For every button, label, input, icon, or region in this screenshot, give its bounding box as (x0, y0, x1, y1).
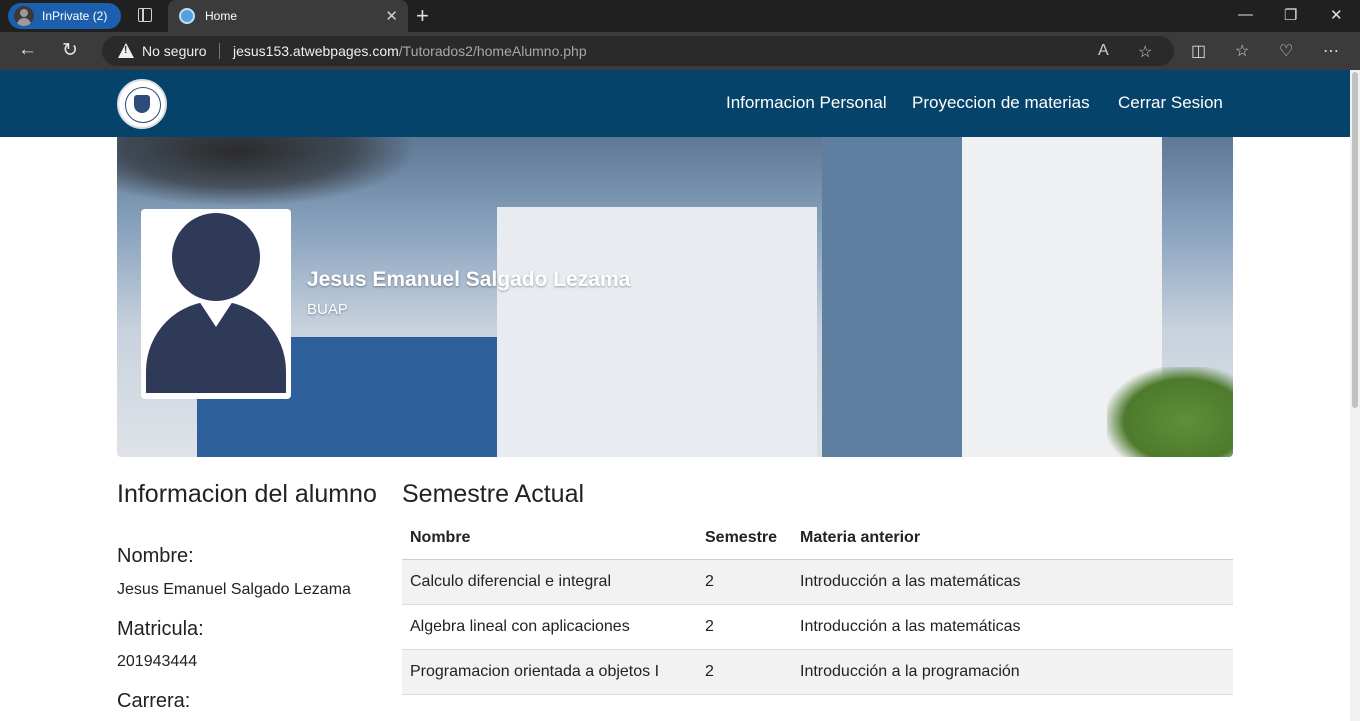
cell-nombre: Algebra lineal con aplicaciones (402, 604, 697, 650)
more-options-icon[interactable]: ⋯ (1323, 41, 1339, 61)
new-tab-icon[interactable]: + (416, 3, 429, 29)
table-header-row: Nombre Semestre Materia anterior (402, 518, 1233, 560)
close-window-icon[interactable]: ✕ (1330, 6, 1343, 24)
cell-nombre: Calculo diferencial e integral (402, 559, 697, 605)
favorites-icon[interactable]: ☆ (1235, 41, 1249, 61)
nav-informacion-personal[interactable]: Informacion Personal (726, 93, 887, 113)
split-screen-icon[interactable]: ◫ (1191, 41, 1206, 61)
site-navbar: Informacion Personal Proyeccion de mater… (0, 70, 1350, 137)
browser-toolbar: ← ↻ No seguro jesus153.atwebpages.com/Tu… (0, 32, 1360, 70)
warning-icon (118, 43, 134, 58)
url-text[interactable]: jesus153.atwebpages.com/Tutorados2/homeA… (233, 43, 587, 59)
read-aloud-icon[interactable]: A (1098, 42, 1109, 60)
close-tab-icon[interactable]: ✕ (385, 7, 398, 25)
nav-proyeccion-materias[interactable]: Proyeccion de materias (912, 93, 1090, 113)
profile-avatar-icon (14, 6, 34, 26)
avatar-collar (199, 301, 233, 327)
nombre-value: Jesus Emanuel Salgado Lezama (117, 581, 351, 598)
nav-cerrar-sesion[interactable]: Cerrar Sesion (1118, 93, 1223, 113)
col-semestre: Semestre (697, 518, 792, 560)
cell-semestre: 2 (697, 559, 792, 605)
restore-icon[interactable]: ❐ (1284, 6, 1297, 24)
inprivate-profile-button[interactable]: InPrivate (2) (8, 3, 121, 29)
tab-actions-icon[interactable] (138, 8, 152, 22)
table-row: Calculo diferencial e integral 2 Introdu… (402, 559, 1233, 605)
col-materia-anterior: Materia anterior (792, 518, 1233, 560)
cell-semestre: 2 (697, 604, 792, 650)
profile-photo (141, 209, 291, 399)
col-nombre: Nombre (402, 518, 697, 560)
cell-materia-anterior: Introducción a las matemáticas (792, 559, 1233, 605)
browser-essentials-icon[interactable]: ♡ (1279, 41, 1293, 61)
table-row: Algebra lineal con aplicaciones 2 Introd… (402, 604, 1233, 650)
matricula-value: 201943444 (117, 653, 198, 670)
minimize-icon[interactable]: — (1238, 6, 1253, 23)
url-path: /Tutorados2/homeAlumno.php (398, 43, 587, 59)
tree-bush (1107, 367, 1233, 457)
scrollbar-thumb[interactable] (1352, 72, 1358, 408)
url-domain: jesus153.atwebpages.com (233, 43, 399, 59)
address-divider (219, 43, 220, 59)
cell-materia-anterior: Introducción a las matemáticas (792, 604, 1233, 650)
semestre-title: Semestre Actual (402, 480, 585, 508)
favorite-star-icon[interactable]: ☆ (1138, 42, 1152, 62)
cell-materia-anterior: Introducción a la programación (792, 649, 1233, 695)
student-org: BUAP (307, 301, 348, 318)
nombre-label: Nombre: (117, 545, 194, 567)
profile-banner: Jesus Emanuel Salgado Lezama BUAP (117, 137, 1233, 457)
avatar-head (172, 213, 260, 301)
table-row: Programacion orientada a objetos I 2 Int… (402, 649, 1233, 695)
student-info-panel: Informacion del alumno Nombre: Jesus Ema… (117, 480, 387, 712)
info-title: Informacion del alumno (117, 480, 377, 508)
white-building-left (497, 207, 817, 457)
carrera-label: Carrera: (117, 690, 191, 712)
mosaic-panel (822, 137, 962, 457)
semestre-actual-section: Semestre Actual Nombre Semestre Materia … (402, 480, 1233, 695)
refresh-icon[interactable]: ↻ (62, 39, 78, 62)
student-name-heading: Jesus Emanuel Salgado Lezama (307, 268, 631, 291)
site-favicon-icon (179, 8, 195, 24)
security-status[interactable]: No seguro (142, 43, 207, 59)
tab-title: Home (205, 9, 238, 23)
tree-canopy (117, 137, 417, 207)
cell-nombre: Programacion orientada a objetos I (402, 649, 697, 695)
matricula-label: Matricula: (117, 618, 204, 640)
tab-home[interactable]: Home ✕ (168, 0, 408, 32)
back-icon[interactable]: ← (18, 39, 37, 61)
profile-label: InPrivate (2) (42, 9, 108, 23)
subjects-table: Nombre Semestre Materia anterior Calculo… (402, 518, 1233, 695)
cell-semestre: 2 (697, 649, 792, 695)
address-bar[interactable]: No seguro jesus153.atwebpages.com/Tutora… (102, 36, 1174, 66)
buap-logo[interactable] (117, 79, 167, 129)
browser-tab-bar: InPrivate (2) Home ✕ + — ❐ ✕ (0, 0, 1360, 32)
